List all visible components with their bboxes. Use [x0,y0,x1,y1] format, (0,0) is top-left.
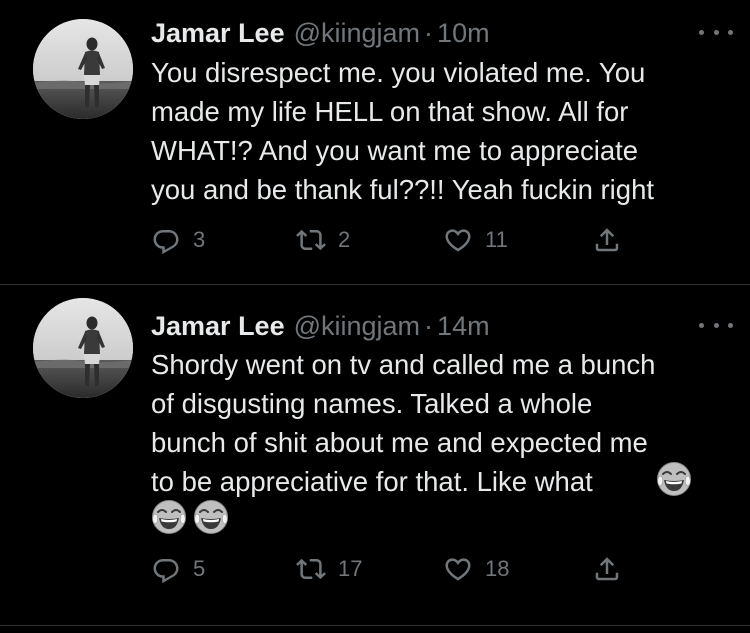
header-separator: · [424,310,434,341]
more-dot [713,322,719,328]
tweet-timestamp[interactable]: 10m [437,18,490,49]
tweet-divider [0,625,750,626]
more-options-icon[interactable] [699,315,733,335]
face-with-tears-of-joy-icon [193,499,229,535]
share-button[interactable] [592,224,622,256]
more-dot [699,322,704,328]
tweet-actions: 3 2 11 [151,224,631,256]
share-icon [592,554,622,584]
tweet-text: You disrespect me. you violated me. You … [151,57,655,205]
reply-icon [151,225,181,255]
more-dot [699,29,704,35]
retweet-count: 17 [338,556,363,581]
more-dot [728,29,733,35]
tweet[interactable]: Jamar Lee @kiingjam · 10m You disrespect… [0,0,750,284]
author-handle[interactable]: @kiingjam [294,18,420,49]
face-with-tears-of-joy-icon [151,499,187,535]
reply-button[interactable]: 5 [151,553,205,585]
retweet-icon [296,225,326,255]
more-options-icon[interactable] [699,22,733,42]
like-button[interactable]: 18 [443,553,509,585]
author-handle[interactable]: @kiingjam [294,311,420,342]
retweet-button[interactable]: 2 [296,224,350,256]
avatar[interactable] [33,298,133,398]
tweet-header: Jamar Lee @kiingjam · 10m [151,16,710,50]
more-dot [713,29,719,35]
tweet[interactable]: Jamar Lee @kiingjam · 14m Shordy went on… [0,285,750,625]
retweet-icon [296,554,326,584]
reply-button[interactable]: 3 [151,224,205,256]
more-dot [728,322,733,328]
like-button[interactable]: 11 [443,224,508,256]
tweet-header: Jamar Lee @kiingjam · 14m [151,309,710,343]
share-icon [592,225,622,255]
header-separator: · [424,17,434,48]
author-name[interactable]: Jamar Lee [151,18,285,49]
share-button[interactable] [592,553,622,585]
tweet-actions: 5 17 18 [151,553,631,585]
profile-photo-icon [33,19,133,119]
like-count: 11 [485,227,508,252]
like-icon [443,554,473,584]
author-name[interactable]: Jamar Lee [151,311,285,342]
profile-photo-icon [33,298,133,398]
reply-count: 3 [193,227,206,252]
like-icon [443,225,473,255]
face-with-tears-of-joy-icon [656,461,692,497]
tweet-timestamp[interactable]: 14m [437,311,490,342]
reply-icon [151,554,181,584]
retweet-count: 2 [338,227,351,252]
like-count: 18 [485,556,510,581]
tweet-text: Shordy went on tv and called me a bunch … [151,349,656,497]
avatar[interactable] [33,19,133,119]
retweet-button[interactable]: 17 [296,553,362,585]
emoji-line [151,497,229,536]
reply-count: 5 [193,556,206,581]
